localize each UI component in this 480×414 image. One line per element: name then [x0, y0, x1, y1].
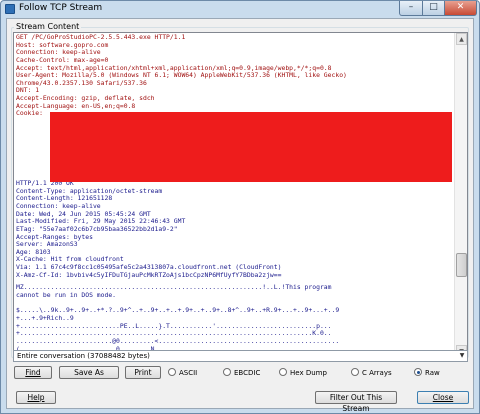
- find-button[interactable]: Find: [14, 366, 52, 379]
- response-line: Age: 8103: [16, 248, 51, 256]
- arrow-up-icon[interactable]: ▲: [456, 33, 467, 45]
- radio-icon: [279, 368, 287, 376]
- response-line: X-Amz-Cf-Id: 1bvbiv4c5yIFDuTGjauPcMkRTZo…: [16, 271, 282, 279]
- minimize-button[interactable]: –: [399, 1, 423, 16]
- request-line: Chrome/43.0.2357.130 Safari/537.36: [16, 79, 147, 87]
- payload-line: +..........................PE..L.....}.T…: [16, 322, 332, 330]
- request-line: Cache-Control: max-age=0: [16, 56, 109, 64]
- radio-icon: [223, 368, 231, 376]
- payload-line: [16, 300, 454, 308]
- stream-content-label: Stream Content: [14, 22, 82, 31]
- response-block: HTTP/1.1 200 OK Content-Type: application…: [16, 180, 454, 279]
- request-line: Connection: keep-alive: [16, 49, 101, 57]
- radio-icon: [351, 368, 359, 376]
- title-bar[interactable]: Follow TCP Stream – □ ✕: [1, 1, 479, 17]
- format-ebcdic-radio[interactable]: EBCDIC: [223, 368, 260, 378]
- request-line: User-Agent: Mozilla/5.0 (Windows NT 6.1;…: [16, 72, 347, 80]
- response-line: Accept-Ranges: bytes: [16, 233, 93, 241]
- format-hexdump-radio[interactable]: Hex Dump: [279, 368, 327, 378]
- stream-text[interactable]: GET /PC/GoProStudioPC-2.5.5.443.exe HTTP…: [16, 34, 454, 356]
- payload-line: cannot be run in DOS mode.: [16, 292, 117, 300]
- request-line: Accept-Language: en-US,en;q=0.8: [16, 102, 136, 110]
- response-line: Content-Length: 121651128: [16, 195, 113, 203]
- radio-selected-icon: [414, 368, 422, 376]
- response-line: Last-Modified: Fri, 29 May 2015 22:46:43…: [16, 218, 186, 226]
- help-button[interactable]: Help: [16, 391, 56, 404]
- radio-icon: [168, 368, 176, 376]
- window-close-button[interactable]: ✕: [444, 1, 477, 16]
- payload-line: .........................@0.........<...…: [16, 337, 340, 345]
- format-raw-radio[interactable]: Raw: [414, 368, 440, 378]
- request-line: Host: software.gopro.com: [16, 41, 109, 49]
- response-line: ETag: "55e7aaf02c6b7cb95baa36522bb2d1a9-…: [16, 225, 178, 233]
- response-line: Content-Type: application/octet-stream: [16, 187, 163, 195]
- maximize-button[interactable]: □: [422, 1, 445, 16]
- payload-line: +...+.9+Rich..9: [16, 314, 74, 322]
- format-carrays-radio[interactable]: C Arrays: [351, 368, 392, 378]
- binary-payload-block: MZ......................................…: [16, 284, 454, 356]
- window-title: Follow TCP Stream: [19, 3, 103, 13]
- vertical-scrollbar[interactable]: ▲ ▼: [454, 33, 467, 357]
- request-line: GET /PC/GoProStudioPC-2.5.5.443.exe HTTP…: [16, 34, 186, 41]
- payload-line: MZ......................................…: [16, 284, 332, 292]
- stream-content-pane[interactable]: GET /PC/GoProStudioPC-2.5.5.443.exe HTTP…: [13, 32, 468, 358]
- request-line: Accept-Encoding: gzip, deflate, sdch: [16, 95, 155, 103]
- dialog-client-area: Stream Content GET /PC/GoProStudioPC-2.5…: [6, 18, 474, 413]
- print-button[interactable]: Print: [125, 366, 161, 379]
- format-ascii-radio[interactable]: ASCII: [168, 368, 197, 378]
- close-button[interactable]: Close: [417, 391, 469, 404]
- app-icon: [5, 4, 15, 14]
- payload-line: +.......................................…: [16, 330, 332, 338]
- chevron-down-icon[interactable]: ▼: [457, 351, 467, 361]
- payload-line: $.....\..9k..9+..9+..+*.?..9+^..+..9+..+…: [16, 307, 340, 315]
- conversation-select[interactable]: Entire conversation (37088482 bytes) ▼: [13, 350, 468, 362]
- redacted-cookie-block: [50, 112, 452, 182]
- response-line: Server: AmazonS3: [16, 241, 78, 249]
- response-line: Via: 1.1 67c4c9f8cc1c05495afe5c2a4313807…: [16, 264, 282, 272]
- response-line: Connection: keep-alive: [16, 202, 101, 210]
- filter-out-stream-button[interactable]: Filter Out This Stream: [315, 391, 397, 413]
- follow-tcp-stream-window: Follow TCP Stream – □ ✕ Stream Content G…: [0, 0, 480, 414]
- response-line: X-Cache: Hit from cloudfront: [16, 256, 124, 264]
- save-as-button[interactable]: Save As: [59, 366, 119, 379]
- scrollbar-thumb[interactable]: [456, 253, 467, 277]
- request-line: DNT: 1: [16, 87, 40, 95]
- response-line: Date: Wed, 24 Jun 2015 05:45:24 GMT: [16, 210, 151, 218]
- conversation-select-value: Entire conversation (37088482 bytes): [17, 352, 150, 360]
- request-line: Accept: text/html,application/xhtml+xml,…: [16, 64, 332, 72]
